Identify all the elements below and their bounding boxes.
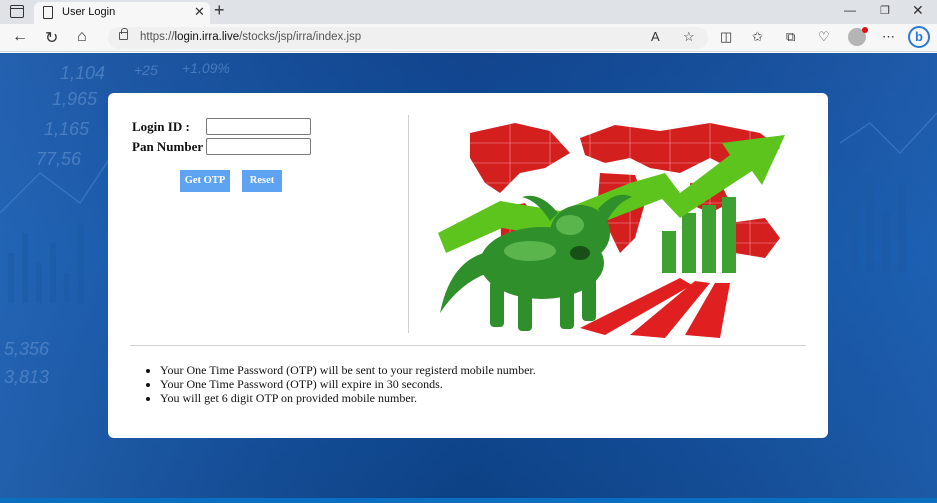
- bg-number: 1,165: [44, 119, 90, 139]
- login-id-input[interactable]: [206, 118, 311, 135]
- login-id-label: Login ID :: [132, 119, 190, 134]
- browser-essentials-icon[interactable]: ♡: [818, 29, 830, 45]
- bg-number: 5,356: [4, 339, 50, 359]
- vertical-divider: [408, 115, 409, 333]
- bg-number: 1,965: [52, 89, 98, 109]
- reset-button[interactable]: Reset: [242, 170, 282, 192]
- page-bottom-border: [0, 498, 937, 503]
- bing-icon[interactable]: b: [908, 26, 930, 48]
- bg-number: +1.09%: [182, 60, 230, 76]
- login-card: Login ID : Pan Number : Get OTP Reset • …: [108, 93, 828, 438]
- minimize-icon[interactable]: —: [844, 3, 856, 17]
- browser-toolbar: ← ↻ ⌂ https://login.irra.live/stocks/jsp…: [0, 24, 937, 52]
- url-text[interactable]: https://login.irra.live/stocks/jsp/irra/…: [140, 31, 361, 43]
- horizontal-divider: [130, 345, 806, 346]
- bg-number: 77,56: [36, 149, 82, 169]
- bull-market-image: [438, 123, 785, 338]
- bg-number: +25: [134, 62, 158, 78]
- bg-number: 1,104: [60, 63, 105, 83]
- list-item: Your One Time Password (OTP) will be sen…: [160, 363, 536, 377]
- tab-actions-icon[interactable]: [10, 5, 24, 18]
- list-item: You will get 6 digit OTP on provided mob…: [160, 391, 536, 405]
- address-bar[interactable]: https://login.irra.live/stocks/jsp/irra/…: [108, 27, 708, 49]
- profile-icon[interactable]: [848, 27, 868, 46]
- browser-tabbar: User Login ✕ + — ❐ ✕: [0, 0, 937, 24]
- window-close-icon[interactable]: ✕: [912, 2, 924, 19]
- otp-info-list: Your One Time Password (OTP) will be sen…: [146, 363, 536, 405]
- favorites-icon[interactable]: ✩: [752, 29, 763, 45]
- split-screen-icon[interactable]: ◫: [720, 29, 732, 45]
- login-page: 1,104 1,965 1,165 77,56 +25 +1.09% 5,356…: [0, 53, 937, 500]
- favorite-icon[interactable]: ☆: [683, 29, 695, 45]
- collections-icon[interactable]: ⧉: [786, 29, 795, 45]
- page-icon: [43, 6, 53, 19]
- pan-number-label: Pan Number :: [132, 139, 211, 154]
- back-icon[interactable]: ←: [12, 28, 28, 46]
- browser-tab[interactable]: User Login ✕: [34, 2, 210, 24]
- plus-icon[interactable]: +: [214, 0, 225, 21]
- tab-title: User Login: [62, 6, 116, 18]
- pan-number-input[interactable]: [206, 138, 311, 155]
- get-otp-button[interactable]: Get OTP: [180, 170, 230, 192]
- restore-icon[interactable]: ❐: [880, 4, 890, 17]
- read-aloud-icon[interactable]: A: [651, 29, 660, 44]
- more-icon[interactable]: ⋯: [882, 29, 895, 45]
- home-icon[interactable]: ⌂: [77, 28, 87, 46]
- list-item: Your One Time Password (OTP) will expire…: [160, 377, 536, 391]
- refresh-icon[interactable]: ↻: [45, 28, 58, 48]
- close-icon[interactable]: ✕: [194, 4, 205, 20]
- bg-number: 3,813: [4, 367, 49, 387]
- lock-icon[interactable]: [119, 28, 128, 40]
